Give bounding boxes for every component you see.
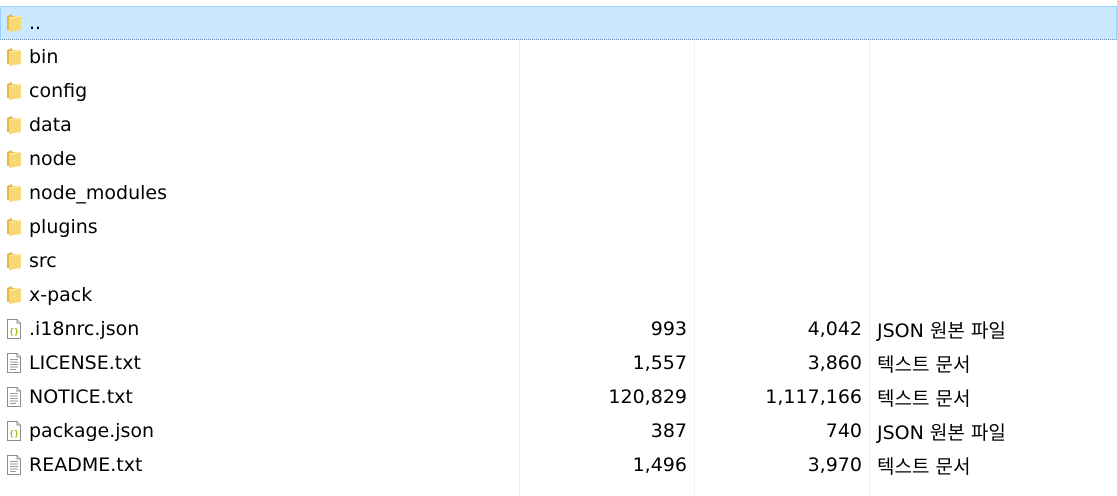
file-packed-size bbox=[695, 142, 862, 176]
file-name: x-pack bbox=[29, 284, 93, 306]
json-file-icon: {} bbox=[3, 414, 25, 448]
file-type bbox=[877, 108, 1115, 142]
folder-icon bbox=[3, 142, 25, 176]
file-type bbox=[877, 210, 1115, 244]
file-name: NOTICE.txt bbox=[29, 386, 133, 408]
file-name: LICENSE.txt bbox=[29, 352, 141, 374]
file-name: node_modules bbox=[29, 182, 168, 204]
file-row[interactable]: {} package.json 387 740 JSON 원본 파일 bbox=[0, 414, 1117, 448]
file-name: config bbox=[29, 80, 88, 102]
file-size: 1,496 bbox=[632, 454, 687, 476]
file-name: node bbox=[29, 148, 77, 170]
file-name: .i18nrc.json bbox=[29, 318, 140, 340]
file-type: JSON 원본 파일 bbox=[877, 319, 1006, 342]
file-row[interactable]: src bbox=[0, 244, 1117, 278]
file-size bbox=[520, 108, 687, 142]
file-row[interactable]: bin bbox=[0, 40, 1117, 74]
file-name: .. bbox=[29, 12, 42, 34]
file-row[interactable]: config bbox=[0, 74, 1117, 108]
file-packed-size bbox=[695, 74, 862, 108]
file-row[interactable]: NOTICE.txt 120,829 1,117,166 텍스트 문서 bbox=[0, 380, 1117, 414]
file-size bbox=[520, 142, 687, 176]
file-packed-size bbox=[695, 176, 862, 210]
file-name: README.txt bbox=[29, 454, 143, 476]
file-row[interactable]: node_modules bbox=[0, 176, 1117, 210]
file-type bbox=[877, 142, 1115, 176]
file-type: 텍스트 문서 bbox=[877, 455, 971, 478]
json-file-icon: {} bbox=[3, 312, 25, 346]
file-size: 120,829 bbox=[608, 386, 687, 408]
file-size bbox=[520, 176, 687, 210]
file-name: package.json bbox=[29, 420, 155, 442]
file-type: 텍스트 문서 bbox=[877, 387, 971, 410]
file-packed-size: 1,117,166 bbox=[765, 386, 862, 408]
file-row[interactable]: README.txt 1,496 3,970 텍스트 문서 bbox=[0, 448, 1117, 482]
text-file-icon bbox=[3, 448, 25, 482]
file-list[interactable]: .. bin config data node node_modules plu… bbox=[0, 0, 1117, 496]
file-size bbox=[520, 40, 687, 74]
file-row[interactable]: plugins bbox=[0, 210, 1117, 244]
file-name: bin bbox=[29, 46, 59, 68]
file-rows: .. bin config data node node_modules plu… bbox=[0, 6, 1117, 482]
file-packed-size bbox=[695, 244, 862, 278]
file-type bbox=[877, 244, 1115, 278]
folder-icon bbox=[3, 108, 25, 142]
file-packed-size: 3,860 bbox=[807, 352, 862, 374]
file-type bbox=[877, 278, 1115, 312]
file-row[interactable]: {} .i18nrc.json 993 4,042 JSON 원본 파일 bbox=[0, 312, 1117, 346]
file-type: JSON 원본 파일 bbox=[877, 421, 1006, 444]
file-size bbox=[520, 244, 687, 278]
text-file-icon bbox=[3, 380, 25, 414]
file-type bbox=[877, 74, 1115, 108]
file-packed-size bbox=[696, 7, 863, 39]
file-row[interactable]: data bbox=[0, 108, 1117, 142]
svg-text:{}: {} bbox=[9, 429, 19, 438]
file-size bbox=[520, 74, 687, 108]
file-row[interactable]: .. bbox=[0, 6, 1117, 40]
file-packed-size bbox=[695, 108, 862, 142]
file-type bbox=[877, 176, 1115, 210]
folder-icon bbox=[3, 176, 25, 210]
file-packed-size: 4,042 bbox=[807, 318, 862, 340]
file-name: src bbox=[29, 250, 57, 272]
file-size bbox=[521, 7, 688, 39]
file-name: data bbox=[29, 114, 72, 136]
file-size bbox=[520, 278, 687, 312]
file-packed-size: 3,970 bbox=[807, 454, 862, 476]
file-size: 1,557 bbox=[632, 352, 687, 374]
folder-icon bbox=[3, 7, 25, 39]
file-type bbox=[878, 7, 1116, 39]
file-packed-size bbox=[695, 210, 862, 244]
file-row[interactable]: x-pack bbox=[0, 278, 1117, 312]
folder-icon bbox=[3, 244, 25, 278]
file-size: 387 bbox=[650, 420, 687, 442]
file-row[interactable]: LICENSE.txt 1,557 3,860 텍스트 문서 bbox=[0, 346, 1117, 380]
svg-text:{}: {} bbox=[9, 327, 19, 336]
file-packed-size bbox=[695, 40, 862, 74]
folder-icon bbox=[3, 74, 25, 108]
folder-icon bbox=[3, 210, 25, 244]
folder-icon bbox=[3, 278, 25, 312]
file-packed-size: 740 bbox=[825, 420, 862, 442]
file-row[interactable]: node bbox=[0, 142, 1117, 176]
file-size bbox=[520, 210, 687, 244]
file-packed-size bbox=[695, 278, 862, 312]
file-type bbox=[877, 40, 1115, 74]
folder-icon bbox=[3, 40, 25, 74]
file-size: 993 bbox=[650, 318, 687, 340]
file-name: plugins bbox=[29, 216, 98, 238]
file-type: 텍스트 문서 bbox=[877, 353, 971, 376]
text-file-icon bbox=[3, 346, 25, 380]
